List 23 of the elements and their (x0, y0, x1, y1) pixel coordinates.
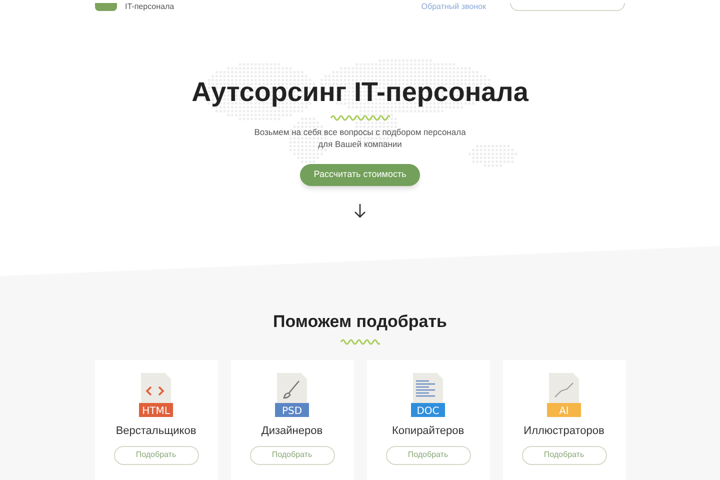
wavy-underline (330, 114, 390, 122)
file-icon: AI (547, 373, 581, 417)
select-button[interactable]: Подобрать (522, 446, 606, 464)
file-icon: DOC (411, 373, 445, 417)
wavy-underline (340, 338, 380, 346)
card-label: Дизайнеров (261, 424, 323, 439)
select-button[interactable]: Подобрать (114, 446, 198, 464)
hero-subtitle: Возьмем на себя все вопросы с подбором персонала для Вашей компании (254, 126, 466, 150)
header-button[interactable] (510, 2, 625, 11)
select-button[interactable]: Подобрать (386, 446, 470, 464)
select-button[interactable]: Подобрать (250, 446, 334, 464)
logo-icon (95, 2, 117, 11)
callback-link[interactable]: Обратный звонок (421, 2, 486, 11)
hero-title: Аутсорсинг IT-персонала (192, 76, 528, 109)
logo-text: IT-персонала (125, 2, 174, 11)
card-label: Копирайтеров (392, 424, 464, 439)
file-icon: HTML (139, 373, 173, 417)
down-arrow-icon (354, 204, 366, 218)
card-label: Иллюстраторов (524, 424, 604, 439)
card-label: Верстальщиков (116, 424, 196, 439)
calculate-cost-button[interactable]: Рассчитать стоимость (300, 164, 420, 186)
section-title: Поможем подобрать (273, 310, 447, 332)
file-icon: PSD (275, 373, 309, 417)
